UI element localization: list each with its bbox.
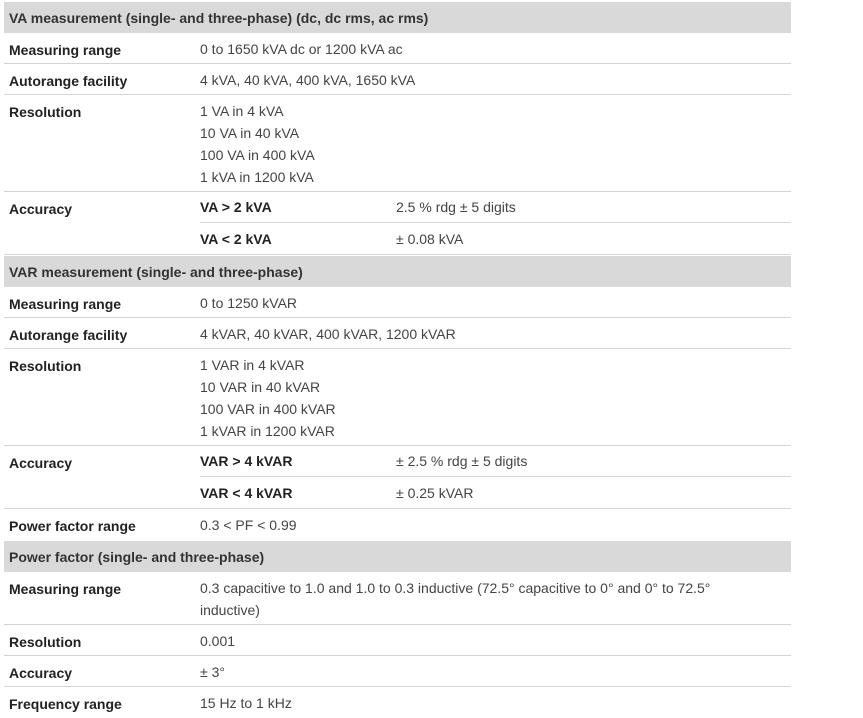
row-label: Measuring range	[9, 42, 122, 58]
section-header-var: VAR measurement (single- and three-phase…	[4, 256, 791, 287]
accuracy-spec: ± 0.25 kVAR	[396, 484, 474, 501]
row-label: Frequency range	[9, 696, 122, 712]
accuracy-subtable: VA > 2 kVA 2.5 % rdg ± 5 digits VA < 2 k…	[200, 192, 791, 254]
table-row: Power factor range 0.3 < PF < 0.99	[4, 509, 791, 540]
table-row: Resolution 0.001	[4, 625, 791, 656]
table-row: Frequency range 15 Hz to 1 kHz	[4, 687, 791, 718]
row-label: Autorange facility	[9, 327, 128, 343]
row-label: Autorange facility	[9, 73, 128, 89]
table-row: Accuracy VA > 2 kVA 2.5 % rdg ± 5 digits…	[4, 192, 791, 255]
accuracy-subtable: VAR > 4 kVAR ± 2.5 % rdg ± 5 digits VAR …	[200, 446, 791, 508]
accuracy-spec: ± 0.08 kVA	[396, 230, 464, 247]
list-item: 100 VA in 400 kVA	[200, 147, 315, 163]
accuracy-subrow: VA > 2 kVA 2.5 % rdg ± 5 digits	[200, 192, 791, 223]
accuracy-spec: 2.5 % rdg ± 5 digits	[396, 199, 516, 215]
row-label: Accuracy	[9, 665, 73, 681]
accuracy-condition: VA > 2 kVA	[200, 199, 272, 215]
row-value: 4 kVA, 40 kVA, 400 kVA, 1650 kVA	[200, 72, 416, 88]
row-value-list: 1 VA in 4 kVA 10 VA in 40 kVA 100 VA in …	[200, 91, 791, 191]
table-row: Accuracy VAR > 4 kVAR ± 2.5 % rdg ± 5 di…	[4, 446, 791, 509]
list-item: 100 VAR in 400 kVAR	[200, 401, 336, 417]
row-value-list: 1 VAR in 4 kVAR 10 VAR in 40 kVAR 100 VA…	[200, 345, 791, 445]
value-line: 0.3 capacitive to 1.0 and 1.0 to 0.3 ind…	[200, 580, 711, 596]
accuracy-subrow: VA < 2 kVA ± 0.08 kVA	[200, 223, 791, 254]
row-value: 0 to 1650 kVA dc or 1200 kVA ac	[200, 41, 403, 57]
table-row: Measuring range 0.3 capacitive to 1.0 an…	[4, 572, 791, 625]
row-label: Accuracy	[9, 455, 73, 471]
row-value: 0 to 1250 kVAR	[200, 295, 298, 311]
list-item: 1 kVA in 1200 kVA	[200, 169, 314, 185]
list-item: 10 VAR in 40 kVAR	[200, 379, 321, 395]
accuracy-subrow: VAR > 4 kVAR ± 2.5 % rdg ± 5 digits	[200, 446, 791, 477]
row-label: Resolution	[9, 634, 82, 650]
row-value-list: 0.3 capacitive to 1.0 and 1.0 to 0.3 ind…	[200, 568, 791, 624]
accuracy-subrow: VAR < 4 kVAR ± 0.25 kVAR	[200, 477, 791, 508]
row-value: 0.3 < PF < 0.99	[200, 517, 297, 533]
row-value: ± 3°	[200, 664, 225, 680]
accuracy-condition: VAR > 4 kVAR	[200, 453, 293, 469]
section-header-va: VA measurement (single- and three-phase)…	[4, 2, 791, 33]
spec-table: VA measurement (single- and three-phase)…	[4, 0, 791, 718]
accuracy-spec: ± 2.5 % rdg ± 5 digits	[396, 453, 528, 469]
accuracy-condition: VAR < 4 kVAR	[200, 484, 293, 501]
list-item: 1 VA in 4 kVA	[200, 103, 284, 119]
row-value: 4 kVAR, 40 kVAR, 400 kVAR, 1200 kVAR	[200, 326, 456, 342]
accuracy-condition: VA < 2 kVA	[200, 230, 272, 247]
row-label: Measuring range	[9, 581, 122, 597]
row-label: Resolution	[9, 358, 82, 374]
list-item: 1 VAR in 4 kVAR	[200, 357, 305, 373]
row-label: Resolution	[9, 104, 82, 120]
list-item: 10 VA in 40 kVA	[200, 125, 300, 141]
row-value: 15 Hz to 1 kHz	[200, 695, 292, 711]
table-row: Measuring range 0 to 1250 kVAR	[4, 287, 791, 318]
row-value: 0.001	[200, 633, 236, 649]
table-row: Resolution 1 VA in 4 kVA 10 VA in 40 kVA…	[4, 95, 791, 192]
row-label: Power factor range	[9, 518, 136, 534]
row-label: Measuring range	[9, 296, 122, 312]
table-row: Resolution 1 VAR in 4 kVAR 10 VAR in 40 …	[4, 349, 791, 446]
table-row: Measuring range 0 to 1650 kVA dc or 1200…	[4, 33, 791, 64]
value-line: inductive)	[200, 602, 260, 618]
list-item: 1 kVAR in 1200 kVAR	[200, 423, 335, 439]
table-row: Accuracy ± 3°	[4, 656, 791, 687]
row-label: Accuracy	[9, 201, 73, 217]
